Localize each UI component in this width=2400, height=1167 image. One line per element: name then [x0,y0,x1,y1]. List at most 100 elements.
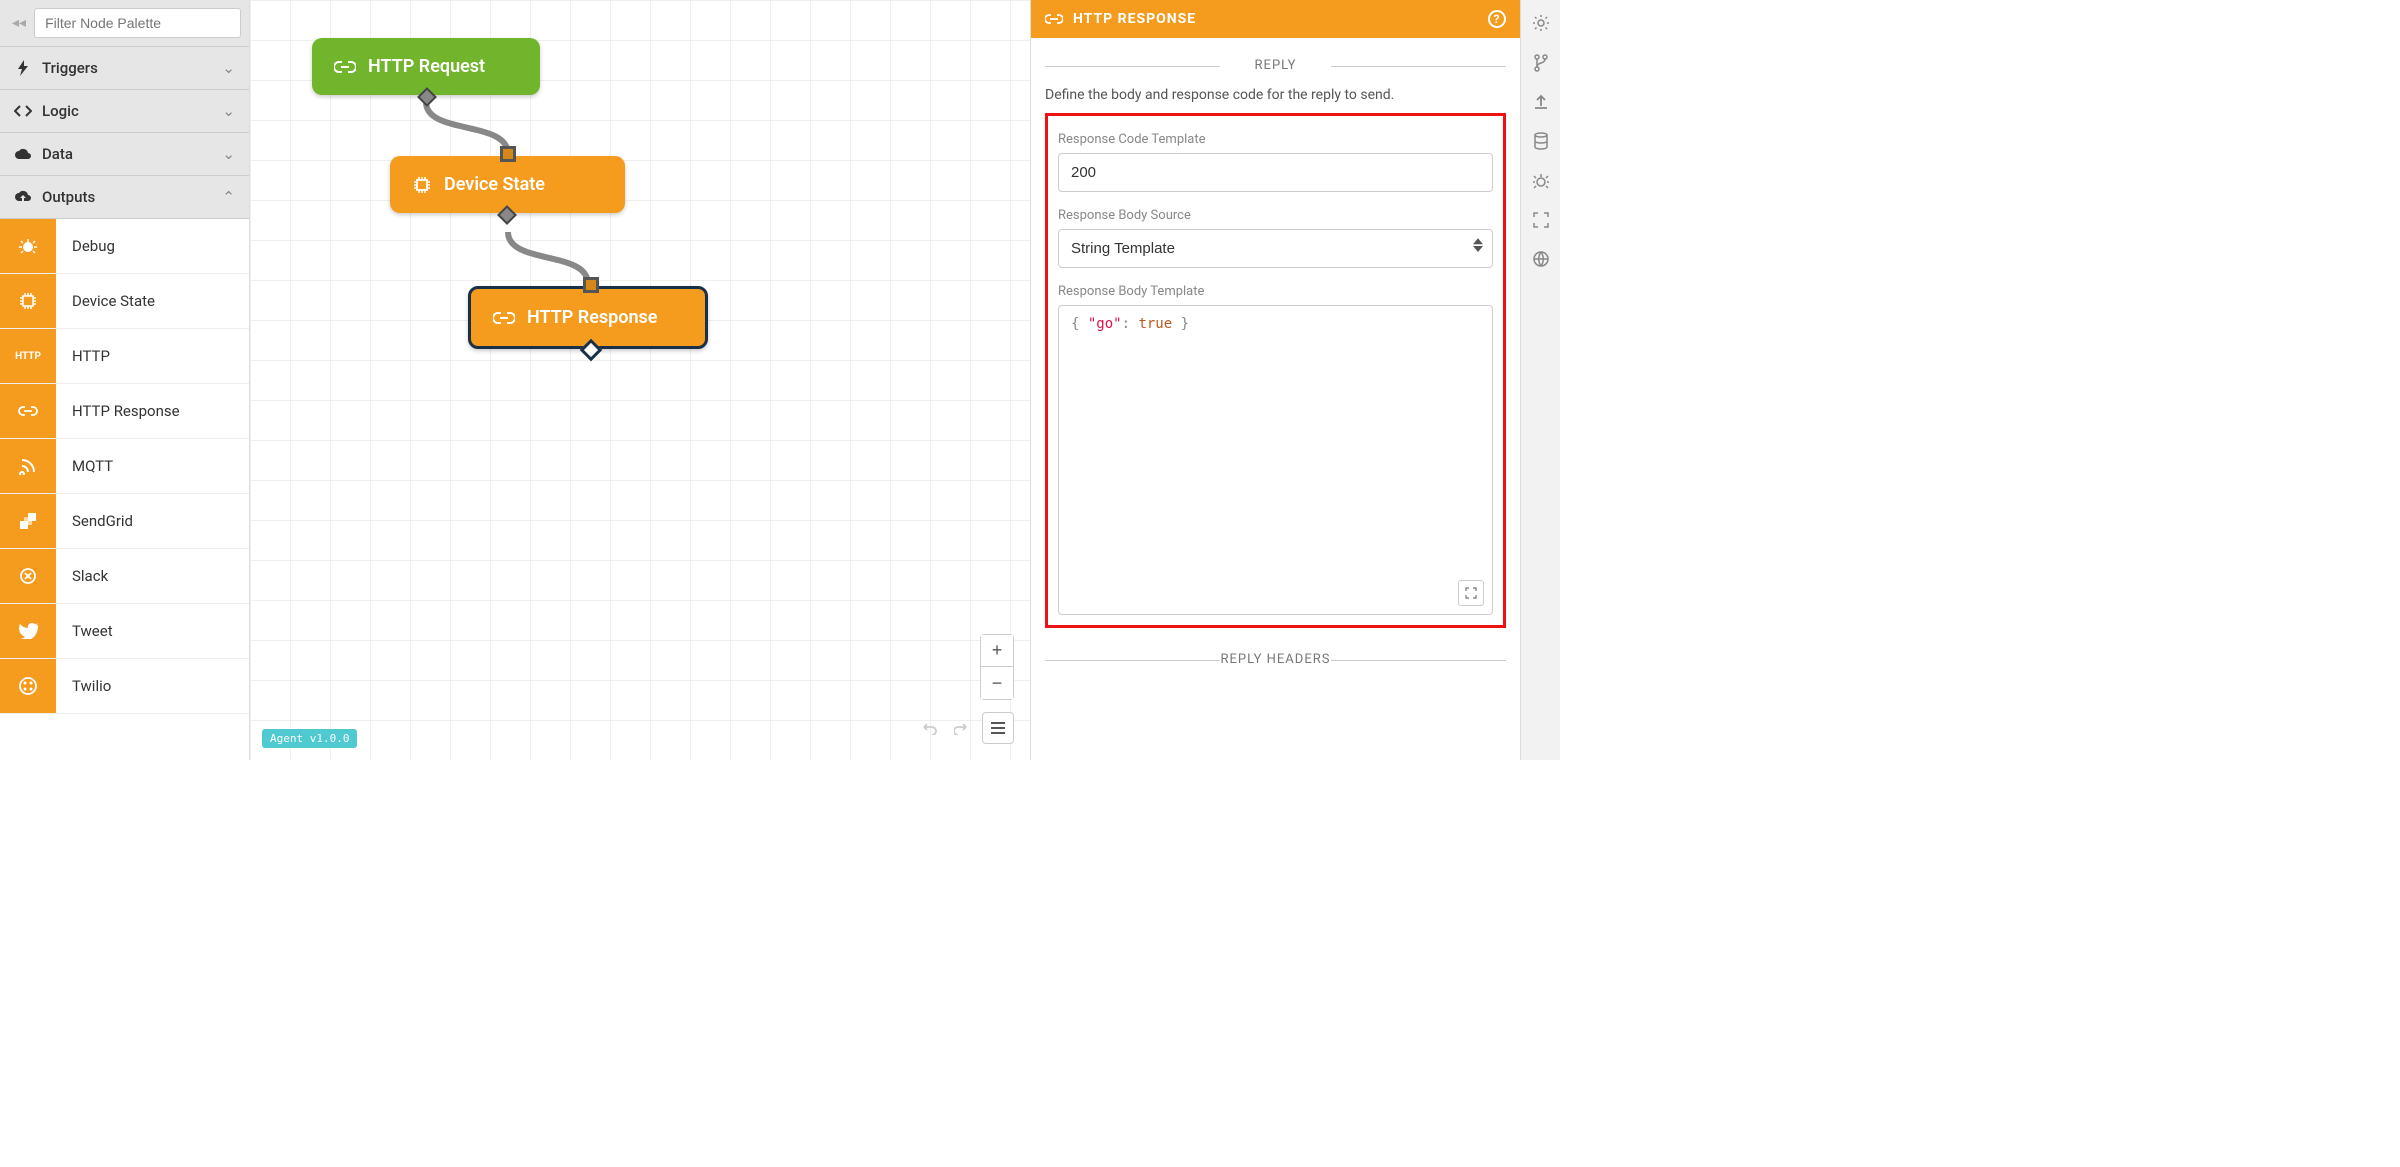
palette-node-label: HTTP Response [56,384,196,438]
right-rail [1520,0,1560,760]
branch-icon[interactable] [1533,54,1549,72]
debug-icon[interactable] [1532,172,1550,190]
chevron-down-icon: ⌄ [222,102,235,120]
palette-node-label: Debug [56,219,131,273]
canvas-menu-button[interactable] [982,712,1014,744]
category-outputs[interactable]: Outputs ⌃ [0,176,249,219]
category-data[interactable]: Data ⌄ [0,133,249,176]
agent-version-tag: Agent v1.0.0 [262,729,357,748]
palette-node-mqtt[interactable]: MQTT [0,439,249,494]
code-icon [14,105,32,117]
node-output-port[interactable] [417,87,437,107]
http-icon: HTTP [0,329,56,383]
expand-editor-button[interactable] [1458,580,1484,606]
chevron-up-icon: ⌃ [222,188,235,206]
fullscreen-icon[interactable] [1533,212,1549,228]
palette-node-twilio[interactable]: Twilio [0,659,249,714]
category-triggers[interactable]: Triggers ⌄ [0,47,249,90]
slack-icon [0,549,56,603]
cloud-upload-icon [14,190,32,204]
link-icon [334,60,356,74]
palette-node-tweet[interactable]: Tweet [0,604,249,659]
workflow-canvas[interactable]: HTTP Request Device State HTTP Response … [250,0,1030,760]
twilio-icon [0,659,56,713]
highlighted-region: Response Code Template Response Body Sou… [1045,113,1506,628]
section-description: Define the body and response code for th… [1045,87,1506,103]
category-label: Triggers [42,59,98,77]
node-palette: ◂◂ Triggers ⌄ Logic ⌄ Data ⌄ Outputs ⌃ D… [0,0,250,760]
zoom-controls: + − [980,634,1014,700]
chevron-down-icon: ⌄ [222,145,235,163]
zoom-in-button[interactable]: + [981,635,1013,667]
category-label: Outputs [42,188,95,206]
undo-button[interactable] [914,714,942,742]
palette-node-sendgrid[interactable]: SendGrid [0,494,249,549]
category-label: Data [42,145,73,163]
node-http-request[interactable]: HTTP Request [312,38,540,95]
palette-filter-row: ◂◂ [0,0,249,47]
palette-node-label: HTTP [56,329,126,383]
category-label: Logic [42,102,79,120]
upload-icon[interactable] [1533,94,1549,110]
palette-node-http-response[interactable]: HTTP Response [0,384,249,439]
palette-node-label: SendGrid [56,494,149,548]
node-input-port[interactable] [583,277,599,293]
node-http-response[interactable]: HTTP Response [468,286,708,349]
field-label: Response Body Source [1058,208,1493,223]
palette-node-slack[interactable]: Slack [0,549,249,604]
zoom-out-button[interactable]: − [981,667,1013,699]
response-body-template-editor[interactable]: { "go": true } [1058,305,1493,615]
palette-filter-input[interactable] [34,8,241,38]
code-token: : [1122,316,1139,332]
properties-panel: HTTP RESPONSE ? REPLY Define the body an… [1030,0,1520,760]
section-title-reply: REPLY [1045,58,1506,73]
outputs-list: Debug Device State HTTP HTTP HTTP Respon… [0,219,249,714]
collapse-palette-icon[interactable]: ◂◂ [8,15,30,31]
cloud-icon [14,148,32,160]
sendgrid-icon [0,494,56,548]
code-token: "go" [1088,316,1122,332]
twitter-icon [0,604,56,658]
field-label: Response Code Template [1058,132,1493,147]
node-input-port[interactable] [500,146,516,162]
database-icon[interactable] [1533,132,1549,150]
code-token: { [1071,316,1088,332]
link-icon [0,384,56,438]
palette-node-label: Tweet [56,604,129,658]
node-label: Device State [444,174,545,195]
palette-node-label: Device State [56,274,171,328]
response-body-source-select[interactable] [1058,229,1493,268]
panel-title: HTTP RESPONSE [1073,11,1196,27]
palette-node-label: Slack [56,549,124,603]
node-label: HTTP Request [368,56,485,77]
code-token: } [1172,316,1189,332]
globe-icon[interactable] [1532,250,1550,268]
response-code-input[interactable] [1058,153,1493,192]
panel-header: HTTP RESPONSE ? [1031,0,1520,38]
section-title-headers: REPLY HEADERS [1045,652,1506,667]
help-button[interactable]: ? [1488,10,1506,28]
chevron-down-icon: ⌄ [222,59,235,77]
rss-icon [0,439,56,493]
gear-icon[interactable] [1532,14,1550,32]
category-logic[interactable]: Logic ⌄ [0,90,249,133]
code-token: true [1138,316,1172,332]
palette-node-device-state[interactable]: Device State [0,274,249,329]
bug-icon [0,219,56,273]
field-label: Response Body Template [1058,284,1493,299]
link-icon [1045,13,1063,25]
palette-node-debug[interactable]: Debug [0,219,249,274]
palette-node-http[interactable]: HTTP HTTP [0,329,249,384]
chip-icon [412,175,432,195]
link-icon [493,311,515,325]
canvas-controls [914,712,1014,744]
redo-button[interactable] [948,714,976,742]
palette-node-label: MQTT [56,439,129,493]
node-output-port[interactable] [580,339,603,362]
node-output-port[interactable] [497,205,517,225]
node-device-state[interactable]: Device State [390,156,625,213]
palette-node-label: Twilio [56,659,127,713]
lightning-icon [14,60,32,76]
node-label: HTTP Response [527,307,657,328]
chip-icon [0,274,56,328]
